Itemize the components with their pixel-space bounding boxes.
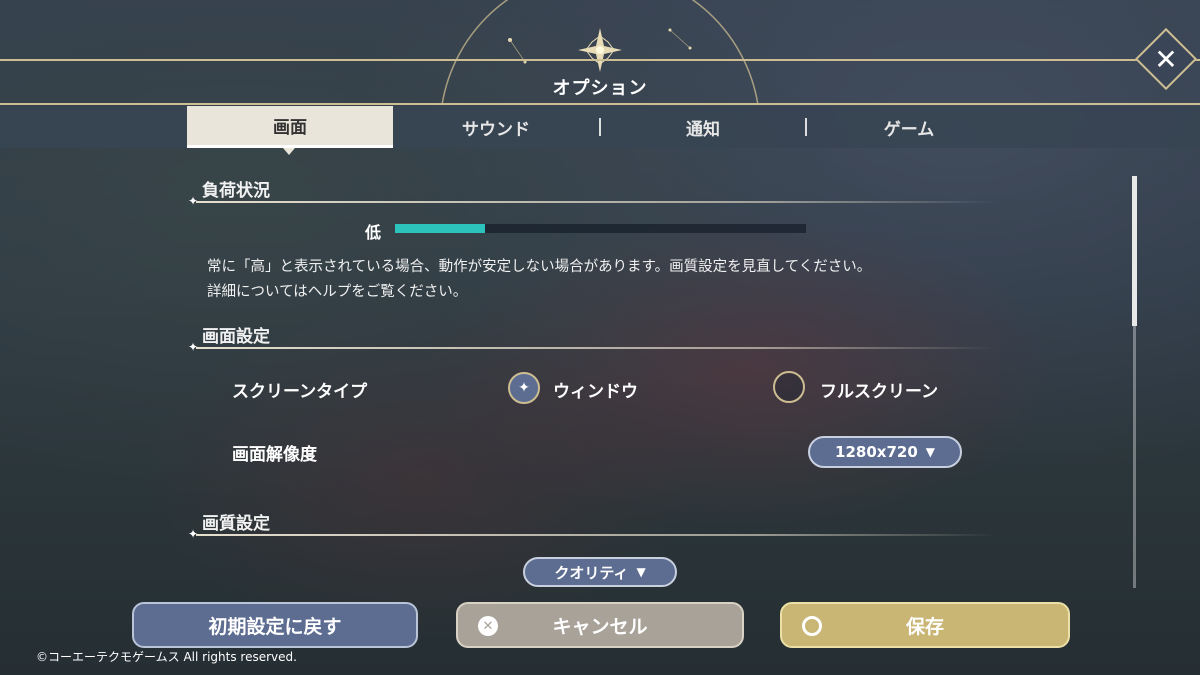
tab-separator xyxy=(599,118,601,136)
section-divider xyxy=(196,201,996,203)
save-button[interactable]: 保存 xyxy=(780,602,1070,648)
load-meter-fill xyxy=(395,224,486,233)
window-title: オプション xyxy=(552,78,648,99)
resolution-dropdown[interactable]: 1280x720 ▼ xyxy=(808,436,962,468)
reset-defaults-label: 初期設定に戻す xyxy=(208,615,342,638)
cancel-button[interactable]: ✕ キャンセル xyxy=(456,602,744,648)
reset-defaults-button[interactable]: 初期設定に戻す xyxy=(132,602,418,648)
compass-star-icon xyxy=(578,28,622,72)
quality-preset-dropdown[interactable]: クオリティ ▼ xyxy=(523,557,677,587)
tab-pointer-icon xyxy=(283,148,295,155)
header-bottom-line xyxy=(0,103,1200,105)
tab-separator xyxy=(805,118,807,136)
section-divider xyxy=(196,347,996,349)
screen-type-label: スクリーンタイプ xyxy=(232,382,368,402)
tab-notification[interactable]: 通知 xyxy=(600,106,806,148)
section-divider xyxy=(196,534,996,536)
load-note-line1: 常に「高」と表示されている場合、動作が安定しない場合があります。画質設定を見直し… xyxy=(207,259,872,275)
radio-fullscreen-label[interactable]: フルスクリーン xyxy=(820,377,938,402)
tab-sound[interactable]: サウンド xyxy=(393,106,599,148)
load-level-label: 低 xyxy=(365,223,382,242)
cancel-x-icon: ✕ xyxy=(478,616,498,636)
copyright-text: ©コーエーテクモゲームス All rights reserved. xyxy=(36,650,297,664)
header-top-line xyxy=(0,59,1200,61)
scrollbar-thumb[interactable] xyxy=(1132,176,1137,326)
radio-window[interactable]: ✦ xyxy=(508,372,540,404)
screen-settings-heading: 画面設定 xyxy=(202,327,270,347)
save-label: 保存 xyxy=(905,615,944,638)
tab-screen[interactable]: 画面 xyxy=(187,106,393,148)
chevron-down-icon: ▼ xyxy=(925,445,935,459)
radio-window-label[interactable]: ウィンドウ xyxy=(553,377,638,402)
close-icon[interactable]: ✕ xyxy=(1144,37,1188,81)
load-status-heading: 負荷状況 xyxy=(202,181,270,201)
load-meter xyxy=(395,224,806,233)
cancel-label: キャンセル xyxy=(552,615,648,638)
save-circle-icon xyxy=(802,616,822,636)
resolution-value: 1280x720 xyxy=(835,443,918,461)
resolution-label: 画面解像度 xyxy=(232,445,317,465)
quality-settings-heading: 画質設定 xyxy=(202,514,270,534)
radio-fullscreen[interactable] xyxy=(773,371,805,403)
load-note-line2: 詳細についてはヘルプをご覧ください。 xyxy=(207,284,468,300)
quality-preset-value: クオリティ xyxy=(554,563,629,582)
chevron-down-icon: ▼ xyxy=(636,565,646,579)
star-icon: ✦ xyxy=(518,380,530,396)
tab-game[interactable]: ゲーム xyxy=(806,106,1012,148)
